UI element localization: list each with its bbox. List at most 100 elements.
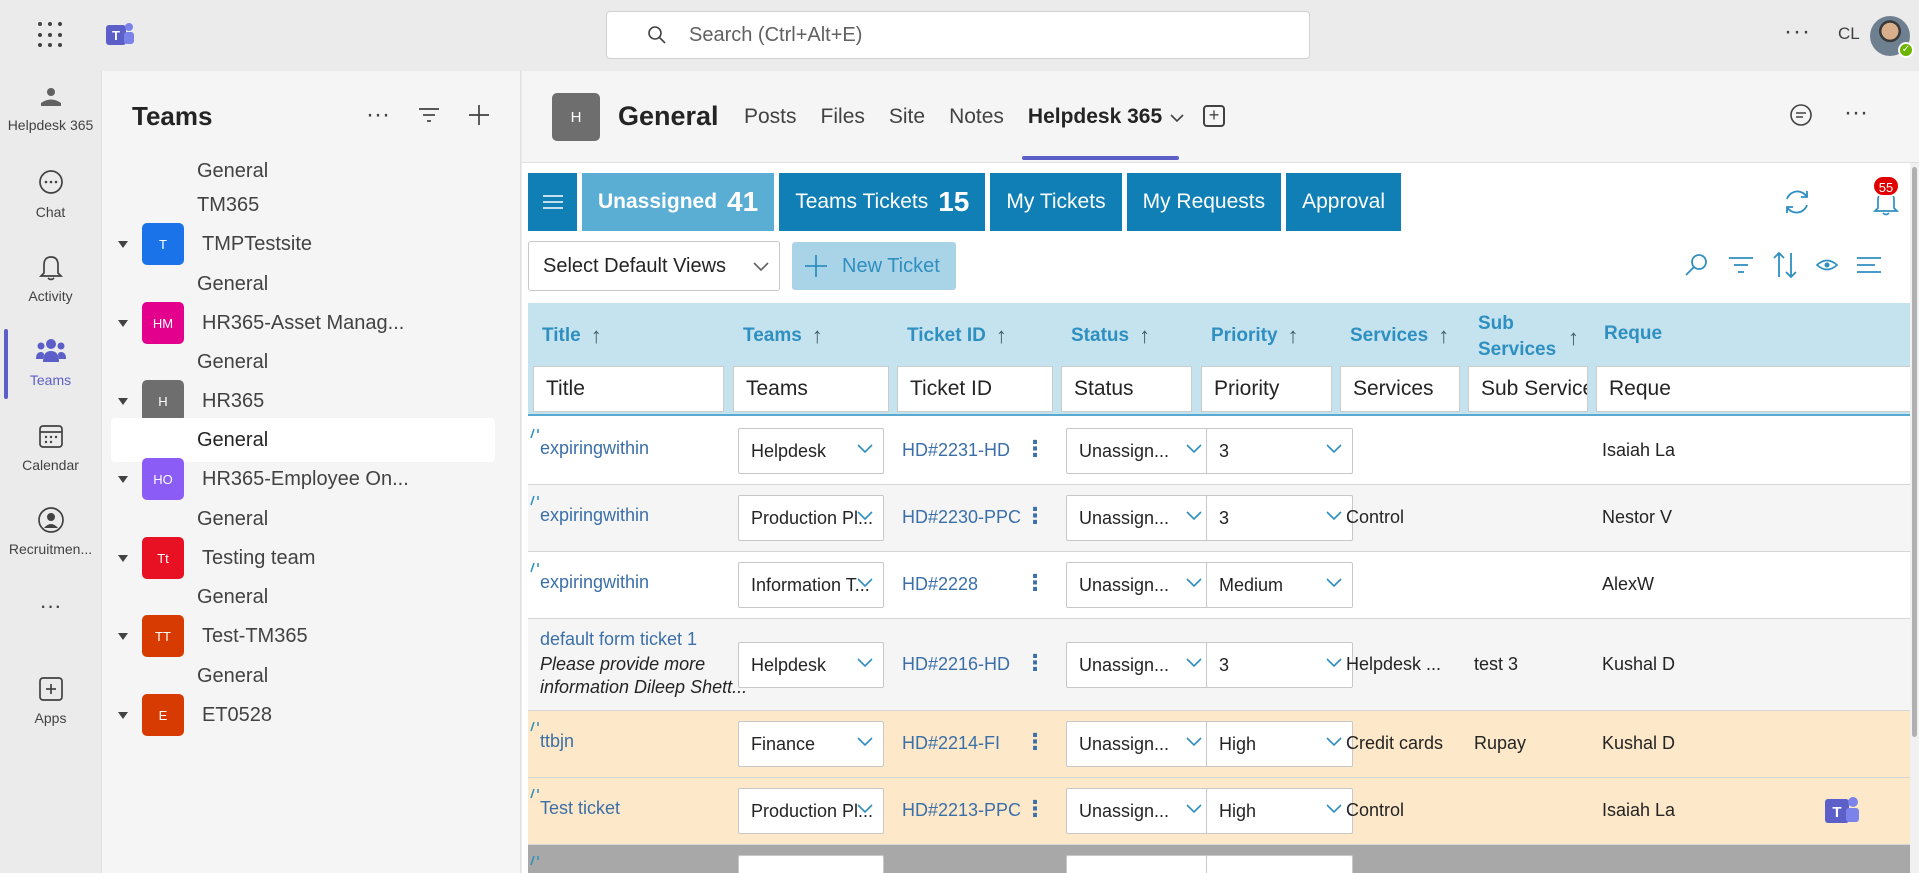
teams-chat-fab-icon[interactable]: T bbox=[1822, 793, 1862, 829]
rail-item-recruitment[interactable]: Recruitmen... bbox=[0, 505, 101, 557]
channel-item[interactable]: General bbox=[102, 575, 520, 619]
status-dropdown[interactable]: Unassign... bbox=[1066, 495, 1213, 541]
ticket-title-link[interactable]: Test ticket bbox=[540, 798, 620, 819]
team-item[interactable]: Tt Testing team bbox=[102, 536, 520, 580]
status-dropdown[interactable]: Unassign... bbox=[1066, 428, 1213, 474]
teams-tickets-button[interactable]: Teams Tickets 15 bbox=[779, 173, 986, 231]
row-actions-icon[interactable]: ⋮ bbox=[1024, 729, 1046, 755]
channel-item[interactable]: TM365 bbox=[102, 183, 520, 227]
filter-icon[interactable] bbox=[1728, 255, 1754, 275]
rail-item-chat[interactable]: Chat bbox=[0, 168, 101, 220]
eye-icon[interactable] bbox=[1816, 258, 1838, 272]
filter-sub-services-input[interactable]: Sub Services bbox=[1468, 366, 1588, 412]
search-bar[interactable]: Search (Ctrl+Alt+E) bbox=[606, 11, 1310, 59]
row-actions-icon[interactable]: ⋮ bbox=[1024, 570, 1046, 596]
my-tickets-button[interactable]: My Tickets bbox=[990, 173, 1122, 231]
channel-item[interactable]: General bbox=[102, 497, 520, 541]
ticket-title-link[interactable]: ttbjn bbox=[540, 731, 574, 752]
filter-requester-input[interactable]: Reque bbox=[1596, 366, 1910, 412]
team-item[interactable]: H HR365 bbox=[102, 379, 520, 423]
row-actions-icon[interactable]: ⋮ bbox=[1024, 503, 1046, 529]
priority-dropdown[interactable]: High bbox=[1206, 788, 1353, 834]
more-options-icon[interactable]: ··· bbox=[366, 101, 390, 129]
new-ticket-button[interactable]: New Ticket bbox=[792, 242, 956, 290]
ticket-id-link[interactable]: HD#2228 bbox=[902, 574, 978, 595]
search-icon[interactable] bbox=[1684, 252, 1710, 278]
table-row[interactable] bbox=[528, 845, 1910, 873]
hamburger-menu-button[interactable] bbox=[528, 173, 577, 231]
tab-posts[interactable]: Posts bbox=[744, 105, 797, 129]
table-row[interactable]: expiringwithin Information T... HD#2228 … bbox=[528, 552, 1910, 619]
team-dropdown[interactable]: Information T... bbox=[738, 562, 884, 608]
ticket-title-link[interactable]: expiringwithin bbox=[540, 505, 649, 526]
filter-title-input[interactable]: Title bbox=[533, 366, 724, 412]
table-row[interactable]: ttbjn Finance HD#2214-FI ⋮ Unassign... H… bbox=[528, 711, 1910, 778]
filter-services-input[interactable]: Services bbox=[1340, 366, 1460, 412]
ticket-id-link[interactable]: HD#2230-PPC bbox=[902, 507, 1021, 528]
tab-notes[interactable]: Notes bbox=[949, 105, 1004, 129]
status-dropdown[interactable]: Unassign... bbox=[1066, 562, 1213, 608]
column-header-title[interactable]: Title ↑ bbox=[542, 323, 602, 349]
priority-dropdown[interactable] bbox=[1206, 855, 1353, 873]
row-actions-icon[interactable]: ⋮ bbox=[1024, 650, 1046, 676]
rail-more-button[interactable]: ··· bbox=[0, 593, 101, 619]
team-dropdown[interactable] bbox=[738, 855, 884, 873]
table-row[interactable]: expiringwithin Helpdesk HD#2231-HD ⋮ Una… bbox=[528, 418, 1910, 485]
columns-icon[interactable] bbox=[1856, 255, 1882, 275]
ticket-title-link[interactable]: default form ticket 1 Please provide mor… bbox=[540, 629, 747, 698]
team-item[interactable]: HO HR365-Employee On... bbox=[102, 457, 520, 501]
status-dropdown[interactable]: Unassign... bbox=[1066, 788, 1213, 834]
app-launcher-icon[interactable] bbox=[38, 22, 64, 48]
ticket-id-link[interactable]: HD#2216-HD bbox=[902, 654, 1010, 675]
rail-item-helpdesk[interactable]: Helpdesk 365 bbox=[0, 83, 101, 133]
sort-asc-icon[interactable]: ↑ bbox=[1568, 325, 1579, 351]
ticket-id-link[interactable]: HD#2214-FI bbox=[902, 733, 1000, 754]
priority-dropdown[interactable]: High bbox=[1206, 721, 1353, 767]
rail-item-activity[interactable]: Activity bbox=[0, 252, 101, 304]
default-views-select[interactable]: Select Default Views bbox=[528, 241, 780, 291]
status-dropdown[interactable] bbox=[1066, 855, 1213, 873]
ticket-id-link[interactable]: HD#2213-PPC bbox=[902, 800, 1021, 821]
expand-caret-icon[interactable] bbox=[118, 319, 128, 327]
priority-dropdown[interactable]: 3 bbox=[1206, 642, 1353, 688]
column-header-sub-services[interactable]: Sub Services bbox=[1478, 311, 1556, 363]
org-initials[interactable]: CL bbox=[1838, 24, 1860, 44]
filter-ticket-id-input[interactable]: Ticket ID bbox=[897, 366, 1053, 412]
conversation-icon[interactable] bbox=[1788, 103, 1814, 129]
table-row[interactable]: default form ticket 1 Please provide mor… bbox=[528, 619, 1910, 711]
table-row[interactable]: Test ticket Production Pl... HD#2213-PPC… bbox=[528, 778, 1910, 845]
chevron-down-icon[interactable] bbox=[1170, 114, 1184, 123]
ticket-title-link[interactable]: expiringwithin bbox=[540, 572, 649, 593]
expand-caret-icon[interactable] bbox=[118, 632, 128, 640]
channel-item[interactable]: General bbox=[102, 340, 520, 384]
expand-caret-icon[interactable] bbox=[118, 397, 128, 405]
sort-asc-icon[interactable]: ↑ bbox=[996, 323, 1007, 349]
settings-more-icon[interactable]: ··· bbox=[1784, 18, 1811, 46]
column-header-requester[interactable]: Reque bbox=[1604, 323, 1662, 345]
sort-icon[interactable] bbox=[1772, 251, 1798, 279]
ticket-title-link[interactable]: expiringwithin bbox=[540, 438, 649, 459]
tab-helpdesk-365[interactable]: Helpdesk 365 bbox=[1028, 105, 1184, 129]
column-header-status[interactable]: Status ↑ bbox=[1071, 323, 1150, 349]
sort-asc-icon[interactable]: ↑ bbox=[812, 323, 823, 349]
table-row[interactable]: expiringwithin Production Pl... HD#2230-… bbox=[528, 485, 1910, 552]
ticket-id-link[interactable]: HD#2231-HD bbox=[902, 440, 1010, 461]
column-header-teams[interactable]: Teams ↑ bbox=[743, 323, 823, 349]
filter-teams-input[interactable]: Teams bbox=[733, 366, 889, 412]
team-item[interactable]: E ET0528 bbox=[102, 693, 520, 737]
team-dropdown[interactable]: Production Pl... bbox=[738, 495, 884, 541]
sort-asc-icon[interactable]: ↑ bbox=[1139, 323, 1150, 349]
refresh-icon[interactable] bbox=[1782, 187, 1812, 217]
team-item[interactable]: TT Test-TM365 bbox=[102, 614, 520, 658]
column-header-services[interactable]: Services ↑ bbox=[1350, 323, 1449, 349]
add-tab-button[interactable]: + bbox=[1203, 105, 1225, 127]
expand-caret-icon[interactable] bbox=[118, 554, 128, 562]
avatar[interactable]: ✓ bbox=[1870, 16, 1914, 58]
sort-asc-icon[interactable]: ↑ bbox=[591, 323, 602, 349]
header-more-icon[interactable]: ··· bbox=[1844, 99, 1868, 127]
expand-caret-icon[interactable] bbox=[118, 711, 128, 719]
sort-asc-icon[interactable]: ↑ bbox=[1438, 323, 1449, 349]
status-dropdown[interactable]: Unassign... bbox=[1066, 721, 1213, 767]
unassigned-button[interactable]: Unassigned 41 bbox=[582, 173, 775, 231]
status-dropdown[interactable]: Unassign... bbox=[1066, 642, 1213, 688]
